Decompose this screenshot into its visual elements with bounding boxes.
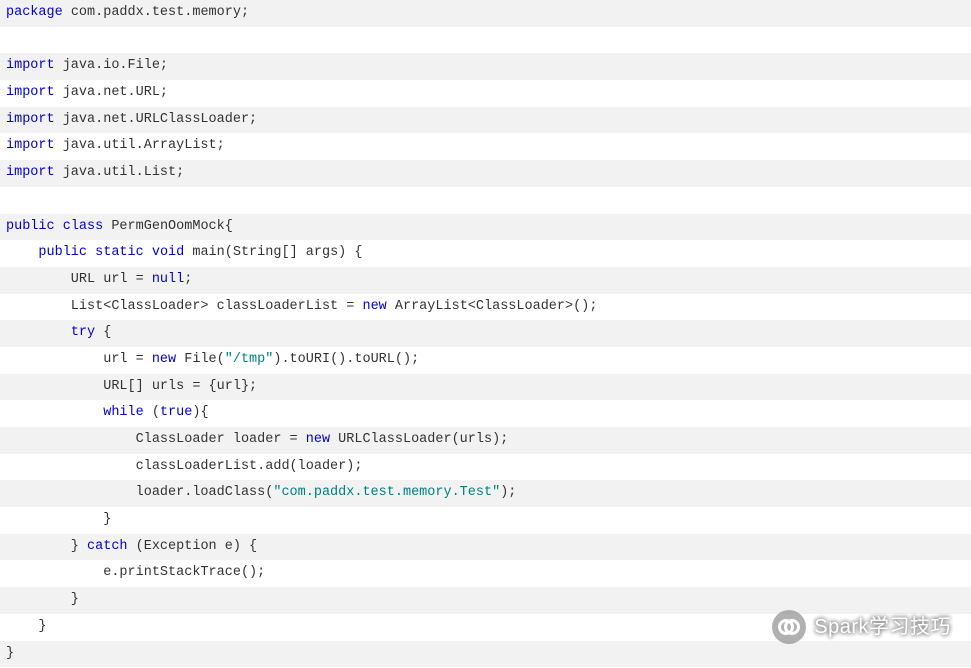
code-token: import: [6, 112, 55, 127]
code-token: (Exception e) {: [128, 539, 258, 554]
code-token: e.printStackTrace();: [6, 565, 265, 580]
code-token: URLClassLoader(urls);: [330, 432, 508, 447]
code-token: }: [6, 619, 47, 634]
code-token: import: [6, 85, 55, 100]
watermark: Spark学习技巧: [772, 610, 951, 644]
code-token: PermGenOomMock{: [103, 219, 233, 234]
code-token: ).toURI().toURL();: [273, 352, 419, 367]
code-token: }: [6, 539, 87, 554]
code-token: class: [63, 219, 104, 234]
code-token: ClassLoader loader =: [6, 432, 306, 447]
code-token: com.paddx.test.memory;: [63, 5, 249, 20]
code-token: }: [6, 646, 14, 661]
code-token: static: [95, 245, 144, 260]
code-token: import: [6, 138, 55, 153]
code-line: public static void main(String[] args) {: [0, 240, 971, 267]
code-line: e.printStackTrace();: [0, 560, 971, 587]
code-token: new: [362, 299, 386, 314]
code-token: new: [306, 432, 330, 447]
code-line: ClassLoader loader = new URLClassLoader(…: [0, 427, 971, 454]
code-line: public class PermGenOomMock{: [0, 214, 971, 241]
code-token: [55, 219, 63, 234]
code-line: package com.paddx.test.memory;: [0, 0, 971, 27]
code-line: List<ClassLoader> classLoaderList = new …: [0, 294, 971, 321]
code-token: java.util.List;: [55, 165, 185, 180]
code-token: }: [6, 592, 79, 607]
code-token: null: [152, 272, 184, 287]
code-line: [0, 27, 971, 54]
code-token: package: [6, 5, 63, 20]
code-line: URL url = null;: [0, 267, 971, 294]
code-token: [6, 405, 103, 420]
code-token: new: [152, 352, 176, 367]
code-line: }: [0, 641, 971, 668]
code-block: package com.paddx.test.memory; import ja…: [0, 0, 971, 667]
code-line: url = new File("/tmp").toURI().toURL();: [0, 347, 971, 374]
code-token: main(String[] args) {: [184, 245, 362, 260]
code-token: ;: [184, 272, 192, 287]
code-line: } catch (Exception e) {: [0, 534, 971, 561]
code-token: void: [152, 245, 184, 260]
code-token: java.net.URL;: [55, 85, 168, 100]
code-token: java.io.File;: [55, 58, 168, 73]
code-line: [0, 187, 971, 214]
code-token: );: [500, 485, 516, 500]
code-token: loader.loadClass(: [6, 485, 273, 500]
code-token: File(: [176, 352, 225, 367]
code-line: import java.util.ArrayList;: [0, 133, 971, 160]
code-token: "/tmp": [225, 352, 274, 367]
code-line: while (true){: [0, 400, 971, 427]
code-token: import: [6, 58, 55, 73]
code-line: classLoaderList.add(loader);: [0, 454, 971, 481]
watermark-text: Spark学习技巧: [814, 614, 951, 641]
code-token: while: [103, 405, 144, 420]
code-token: try: [71, 325, 95, 340]
code-token: public: [6, 219, 55, 234]
code-token: public: [38, 245, 87, 260]
code-token: [6, 325, 71, 340]
code-line: import java.util.List;: [0, 160, 971, 187]
code-token: }: [6, 512, 111, 527]
code-token: true: [160, 405, 192, 420]
code-token: "com.paddx.test.memory.Test": [273, 485, 500, 500]
code-token: [6, 245, 38, 260]
code-token: URL url =: [6, 272, 152, 287]
code-line: }: [0, 507, 971, 534]
code-line: import java.io.File;: [0, 53, 971, 80]
code-token: java.net.URLClassLoader;: [55, 112, 258, 127]
code-token: (: [144, 405, 160, 420]
code-token: ArrayList<ClassLoader>();: [387, 299, 598, 314]
code-line: loader.loadClass("com.paddx.test.memory.…: [0, 480, 971, 507]
code-line: URL[] urls = {url};: [0, 374, 971, 401]
code-token: List<ClassLoader> classLoaderList =: [6, 299, 362, 314]
code-token: import: [6, 165, 55, 180]
code-token: ){: [192, 405, 208, 420]
code-line: import java.net.URL;: [0, 80, 971, 107]
code-token: classLoaderList.add(loader);: [6, 459, 362, 474]
code-token: url =: [6, 352, 152, 367]
wechat-icon: [772, 610, 806, 644]
code-line: try {: [0, 320, 971, 347]
code-token: [87, 245, 95, 260]
code-line: import java.net.URLClassLoader;: [0, 107, 971, 134]
code-token: {: [95, 325, 111, 340]
code-token: URL[] urls = {url};: [6, 379, 257, 394]
code-token: java.util.ArrayList;: [55, 138, 225, 153]
code-token: catch: [87, 539, 128, 554]
code-token: [144, 245, 152, 260]
